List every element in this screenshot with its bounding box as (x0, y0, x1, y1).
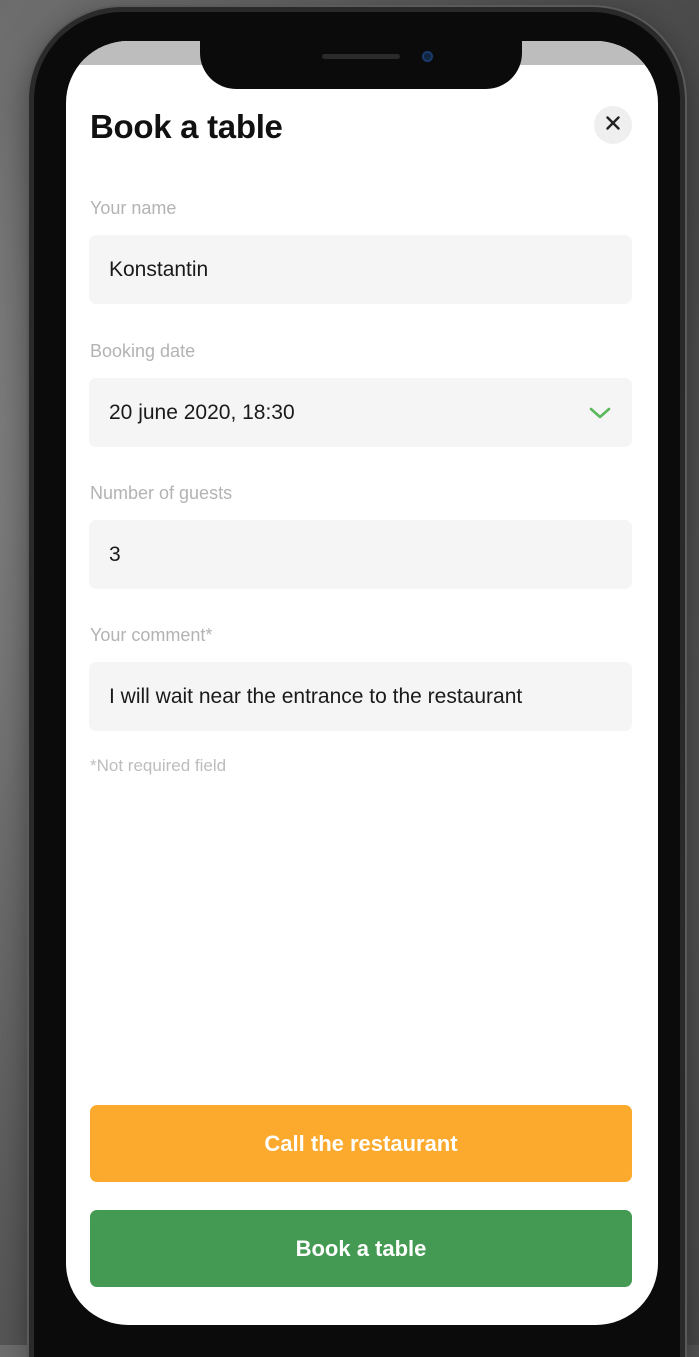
name-field[interactable]: Konstantin (89, 235, 632, 304)
guests-field[interactable]: 3 (89, 520, 632, 589)
call-restaurant-label: Call the restaurant (264, 1130, 458, 1156)
close-button[interactable] (594, 106, 632, 144)
front-camera (422, 51, 433, 62)
chevron-down-icon (588, 401, 612, 425)
speaker-grille (322, 54, 400, 59)
required-note: *Not required field (90, 756, 227, 775)
book-table-button[interactable]: Book a table (90, 1210, 632, 1287)
guests-value: 3 (109, 542, 121, 566)
booking-date-select[interactable]: 20 june 2020, 18:30 (89, 378, 632, 447)
name-label: Your name (90, 198, 177, 218)
name-value: Konstantin (109, 257, 209, 281)
close-icon (605, 115, 621, 136)
comment-value: I will wait near the entrance to the res… (109, 684, 523, 708)
comment-field[interactable]: I will wait near the entrance to the res… (89, 662, 632, 731)
call-restaurant-button[interactable]: Call the restaurant (90, 1105, 632, 1182)
comment-label: Your comment* (90, 625, 213, 645)
guests-label: Number of guests (90, 483, 233, 503)
book-table-label: Book a table (295, 1235, 427, 1261)
power-button (679, 362, 687, 512)
date-value: 20 june 2020, 18:30 (109, 400, 295, 424)
page-title: Book a table (90, 108, 283, 145)
date-label: Booking date (90, 341, 196, 361)
notch (200, 41, 522, 89)
